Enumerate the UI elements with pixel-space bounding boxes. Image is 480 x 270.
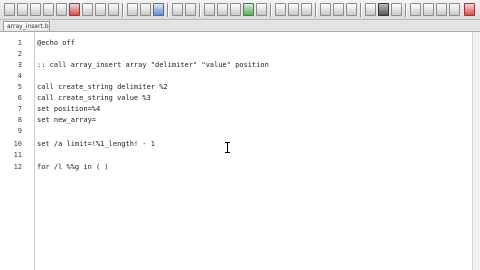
code-line[interactable]: call create_string value %3 <box>37 94 151 103</box>
line-number: 4 <box>17 72 22 80</box>
terminal-icon[interactable] <box>378 3 389 16</box>
line-number: 3 <box>17 61 22 69</box>
line-number: 6 <box>17 94 22 102</box>
code-line[interactable]: :: call array_insert array "delimiter" "… <box>37 61 269 70</box>
goto-icon[interactable] <box>185 3 196 16</box>
tab-bar: array_insert.bat <box>0 20 480 32</box>
tab-file[interactable]: array_insert.bat <box>3 21 50 31</box>
about-icon[interactable] <box>423 3 434 16</box>
close-icon[interactable] <box>464 3 475 16</box>
run-icon[interactable] <box>301 3 312 16</box>
code-line[interactable]: set new_array= <box>37 116 96 125</box>
toolbar-separator <box>405 3 407 17</box>
minimize-icon[interactable] <box>449 3 460 16</box>
line-number-gutter: 1 2 3 4 5 6 7 8 9 10 11 12 <box>0 32 35 270</box>
info-icon[interactable] <box>391 3 402 16</box>
options-icon[interactable] <box>436 3 447 16</box>
mouse-ibeam-cursor <box>225 142 230 153</box>
code-line[interactable]: set position=%4 <box>37 105 100 114</box>
code-line[interactable]: for /l %%g in ( ) <box>37 163 109 172</box>
line-number: 1 <box>17 39 22 47</box>
toolbar-separator <box>270 3 272 17</box>
toolbar-separator <box>360 3 362 17</box>
macro-play-icon[interactable] <box>288 3 299 16</box>
vertical-scrollbar[interactable] <box>472 32 480 270</box>
indent-icon[interactable] <box>256 3 267 16</box>
cut-icon[interactable] <box>82 3 93 16</box>
toolbar-separator <box>167 3 169 17</box>
macro-record-icon[interactable] <box>275 3 286 16</box>
line-number: 2 <box>17 50 22 58</box>
toolbar-separator <box>199 3 201 17</box>
window-icon[interactable] <box>365 3 376 16</box>
paste-icon[interactable] <box>108 3 119 16</box>
wrap-icon[interactable] <box>243 3 254 16</box>
save-all-icon[interactable] <box>43 3 54 16</box>
save-file-icon[interactable] <box>30 3 41 16</box>
code-editor[interactable]: @echo off :: call array_insert array "de… <box>37 32 472 270</box>
line-number: 11 <box>13 151 22 159</box>
line-number: 10 <box>13 140 22 148</box>
code-line[interactable]: call create_string delimiter %2 <box>37 83 168 92</box>
copy-icon[interactable] <box>95 3 106 16</box>
toolbar-separator <box>122 3 124 17</box>
code-line[interactable]: @echo off <box>37 39 75 48</box>
line-number: 12 <box>13 163 22 171</box>
line-number: 8 <box>17 116 22 124</box>
redo-icon[interactable] <box>140 3 151 16</box>
line-number: 7 <box>17 105 22 113</box>
view-icon[interactable] <box>346 3 357 16</box>
help-icon[interactable] <box>410 3 421 16</box>
find-icon[interactable] <box>153 3 164 16</box>
toolbar-separator <box>315 3 317 17</box>
tools-icon[interactable] <box>333 3 344 16</box>
zoom-out-icon[interactable] <box>230 3 241 16</box>
settings-icon[interactable] <box>320 3 331 16</box>
toolbar <box>0 0 480 20</box>
close-file-icon[interactable] <box>56 3 67 16</box>
undo-icon[interactable] <box>127 3 138 16</box>
line-number: 9 <box>17 127 22 135</box>
replace-icon[interactable] <box>172 3 183 16</box>
line-number: 5 <box>17 83 22 91</box>
new-file-icon[interactable] <box>4 3 15 16</box>
bookmark-icon[interactable] <box>204 3 215 16</box>
open-file-icon[interactable] <box>17 3 28 16</box>
code-line[interactable]: set /a limit=!%1_length! - 1 <box>37 140 155 149</box>
zoom-in-icon[interactable] <box>217 3 228 16</box>
print-icon[interactable] <box>69 3 80 16</box>
